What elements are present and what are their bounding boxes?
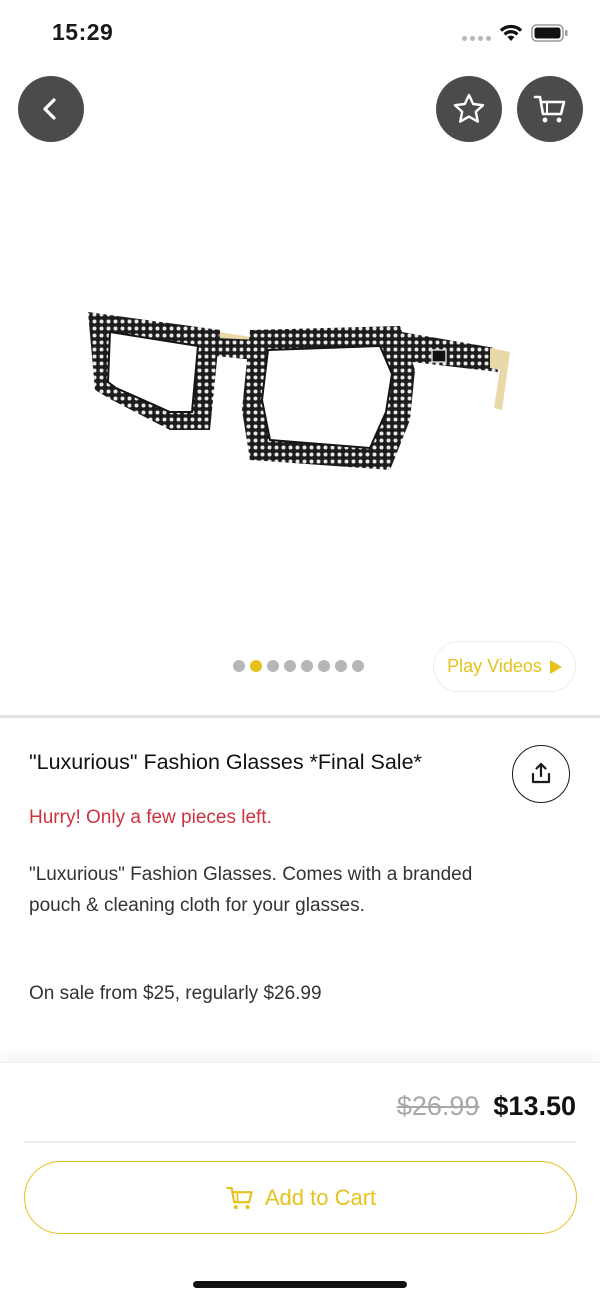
cart-button[interactable] — [517, 76, 583, 142]
status-time: 15:29 — [52, 19, 114, 45]
status-bar: 15:29 — [0, 0, 600, 66]
add-to-cart-button[interactable]: Add to Cart — [24, 1161, 577, 1234]
back-button[interactable] — [18, 76, 84, 142]
carousel-dot[interactable] — [352, 660, 364, 672]
purchase-panel: $26.99 $13.50 Add to Cart — [0, 1062, 600, 1299]
carousel-dot[interactable] — [301, 660, 313, 672]
home-indicator[interactable] — [193, 1281, 407, 1288]
stock-warning: Hurry! Only a few pieces left. — [29, 807, 272, 828]
play-videos-button[interactable]: Play Videos — [433, 641, 576, 692]
play-icon — [549, 659, 562, 674]
carousel-dot[interactable] — [233, 660, 245, 672]
share-icon — [531, 762, 551, 784]
star-outline-icon — [453, 93, 485, 123]
carousel-dot[interactable] — [267, 660, 279, 672]
price-row: $26.99 $13.50 — [397, 1091, 576, 1122]
carousel-dot[interactable] — [335, 660, 347, 672]
section-divider — [0, 715, 600, 718]
original-price: $26.99 — [396, 1091, 480, 1121]
carousel-indicator[interactable] — [233, 660, 364, 672]
panel-divider — [24, 1141, 576, 1143]
signal-icon — [462, 36, 491, 41]
battery-icon — [531, 24, 568, 42]
wifi-icon — [499, 24, 523, 41]
cart-icon — [226, 1186, 253, 1209]
product-description: "Luxurious" Fashion Glasses. Comes with … — [29, 864, 473, 916]
add-to-cart-label: Add to Cart — [264, 1184, 377, 1210]
sale-info: On sale from $25, regularly $26.99 — [29, 983, 322, 1004]
cart-icon — [533, 95, 566, 123]
product-detail-screen: 15:29 Play Videos "Luxurious" Fashion Gl… — [0, 0, 600, 1299]
play-videos-label: Play Videos — [447, 656, 542, 676]
carousel-dot-active[interactable] — [250, 660, 262, 672]
favorite-button[interactable] — [436, 76, 502, 142]
share-button[interactable] — [512, 745, 570, 803]
carousel-dot[interactable] — [318, 660, 330, 672]
product-image[interactable] — [70, 290, 530, 480]
carousel-dot[interactable] — [284, 660, 296, 672]
sale-price: $13.50 — [493, 1091, 576, 1121]
chevron-left-icon — [43, 98, 56, 120]
product-title: "Luxurious" Fashion Glasses *Final Sale* — [29, 750, 422, 774]
